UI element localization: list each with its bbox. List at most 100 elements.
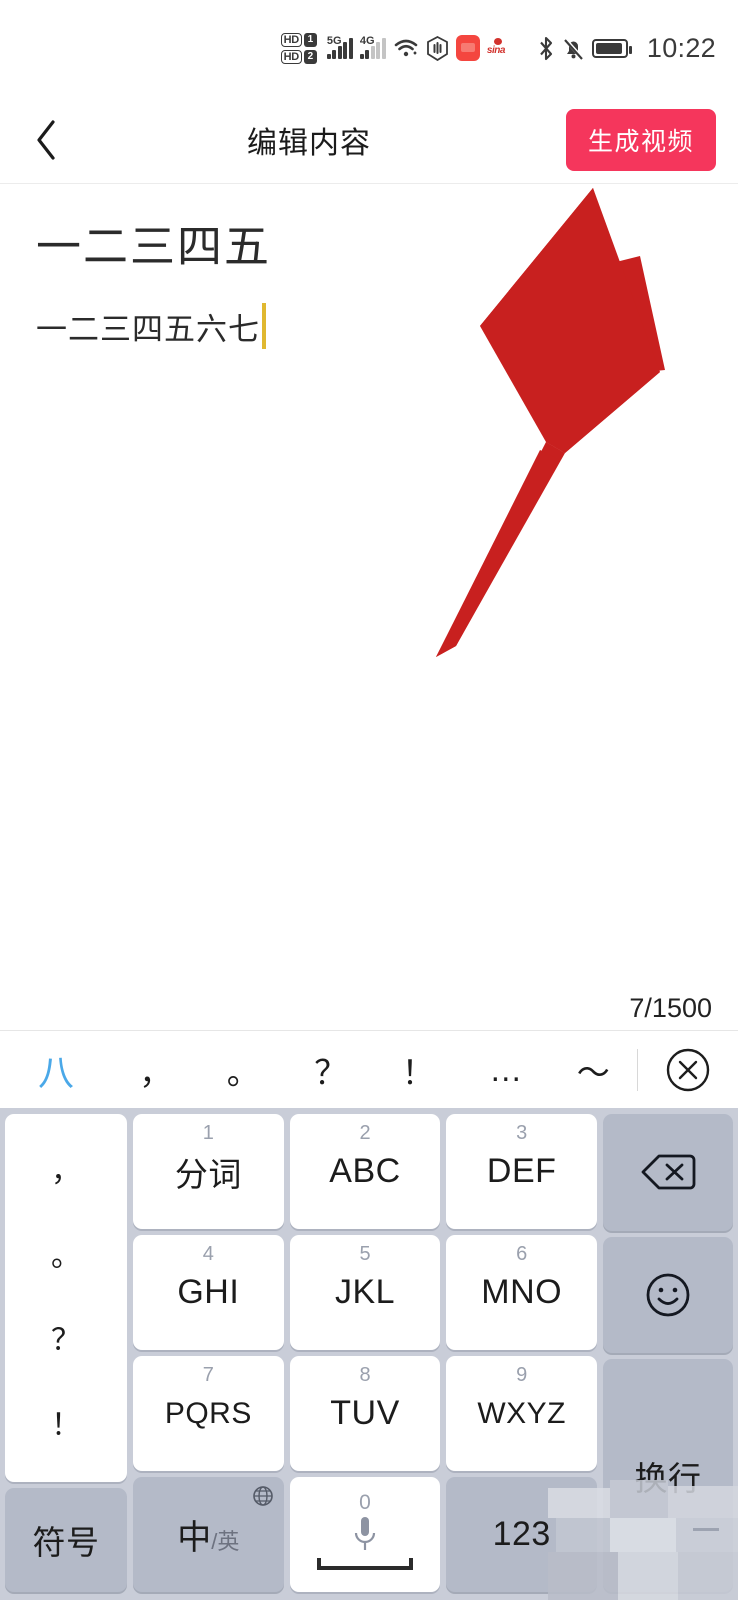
quick-punct-ellipsis[interactable]: … bbox=[462, 1051, 550, 1089]
key-4-number: 4 bbox=[202, 1243, 214, 1265]
generate-video-button[interactable]: 生成视频 bbox=[565, 108, 716, 171]
globe-icon[interactable] bbox=[252, 1485, 274, 1507]
emoji-smiley-icon bbox=[644, 1271, 692, 1319]
quick-punct-comma[interactable]: ， bbox=[112, 1046, 200, 1094]
symbols-key[interactable]: 符号 bbox=[5, 1488, 127, 1592]
hd1-icon: HD bbox=[280, 32, 302, 47]
lang-chinese-label: 中 bbox=[177, 1519, 212, 1557]
close-keyboard-button[interactable] bbox=[638, 1047, 738, 1093]
space-voice-key[interactable]: 0 bbox=[289, 1477, 441, 1592]
soft-keyboard: 八 ， 。 ？ ！ … ～ ， 。 ？ ！ 符号 1 分词 2 ABC 3 DE… bbox=[0, 1030, 738, 1600]
microphone-icon[interactable] bbox=[350, 1515, 380, 1559]
key-5-jkl[interactable]: 5 JKL bbox=[289, 1235, 441, 1350]
page-title: 编辑内容 bbox=[246, 126, 371, 160]
punct-period[interactable]: 。 bbox=[51, 1241, 81, 1272]
candidate-bar: 八 ， 。 ？ ！ … ～ bbox=[0, 1030, 738, 1108]
key-6-label: MNO bbox=[481, 1273, 563, 1311]
status-left-icons: HD 1 HD 2 5G 4G sina 10:22 bbox=[280, 32, 716, 64]
status-bar: HD 1 HD 2 5G 4G sina 10:22 bbox=[0, 0, 738, 96]
key-2-number: 2 bbox=[359, 1122, 371, 1144]
quick-punctuation-row: ， 。 ？ ！ … ～ bbox=[112, 1046, 637, 1094]
function-key-column: 换行 bbox=[603, 1114, 733, 1592]
backspace-icon bbox=[640, 1151, 696, 1193]
key-row-2: 4 GHI 5 JKL 6 MNO bbox=[133, 1235, 598, 1350]
punctuation-key[interactable]: ， 。 ？ ！ bbox=[5, 1114, 127, 1482]
key-8-tuv[interactable]: 8 TUV bbox=[289, 1356, 441, 1471]
punctuation-column: ， 。 ？ ！ 符号 bbox=[5, 1114, 127, 1592]
bluetooth-icon bbox=[537, 36, 555, 61]
key-6-number: 6 bbox=[516, 1243, 528, 1265]
candidate-word[interactable]: 八 bbox=[0, 1044, 112, 1096]
quick-punct-exclaim[interactable]: ！ bbox=[375, 1046, 463, 1094]
dual-sim-hd-indicator: HD 1 HD 2 bbox=[280, 32, 317, 64]
hd2-icon: HD bbox=[280, 49, 302, 64]
key-4-label: GHI bbox=[177, 1273, 240, 1311]
title-input[interactable]: 一二三四五 bbox=[36, 210, 271, 275]
navigation-bar: 编辑内容 生成视频 bbox=[0, 96, 738, 184]
key-9-label: WXYZ bbox=[477, 1396, 567, 1430]
signal-5g-icon: 5G bbox=[326, 35, 353, 59]
sim1-badge: 1 bbox=[303, 32, 317, 47]
backspace-key[interactable] bbox=[603, 1114, 733, 1231]
key-1-label: 分词 bbox=[174, 1155, 242, 1193]
key-3-number: 3 bbox=[516, 1122, 528, 1144]
text-caret bbox=[262, 303, 266, 349]
close-circle-icon bbox=[665, 1047, 711, 1093]
numeric-key-label: 123 bbox=[492, 1515, 551, 1553]
key-4-ghi[interactable]: 4 GHI bbox=[133, 1235, 284, 1350]
body-input[interactable]: 一二三四五六七 bbox=[36, 303, 266, 349]
numeric-key[interactable]: 123 bbox=[446, 1477, 598, 1592]
main-key-column: 1 分词 2 ABC 3 DEF 4 GHI 5 JKL 6 MNO 7 PQR… bbox=[133, 1114, 598, 1592]
character-counter: 7/1500 bbox=[629, 993, 712, 1023]
key-row-1: 1 分词 2 ABC 3 DEF bbox=[133, 1114, 598, 1229]
punct-exclaim[interactable]: ！ bbox=[51, 1410, 81, 1441]
key-6-mno[interactable]: 6 MNO bbox=[446, 1235, 598, 1350]
punct-question[interactable]: ？ bbox=[51, 1326, 81, 1356]
phone-screen: HD 1 HD 2 5G 4G sina 10:22 编辑内容 生成视频 一二三… bbox=[0, 0, 738, 1600]
do-not-disturb-icon bbox=[426, 35, 449, 61]
quick-punct-question[interactable]: ？ bbox=[287, 1046, 375, 1094]
key-row-4: 中 / 英 0 123 bbox=[133, 1477, 598, 1592]
wifi-icon bbox=[393, 37, 419, 59]
space-zero-label: 0 bbox=[359, 1491, 371, 1514]
key-row-3: 7 PQRS 8 TUV 9 WXYZ bbox=[133, 1356, 598, 1471]
lang-english-label: 英 bbox=[217, 1529, 240, 1554]
punct-comma[interactable]: ， bbox=[51, 1157, 81, 1187]
battery-icon bbox=[591, 38, 632, 58]
network-type-1-label: 5G bbox=[326, 35, 342, 47]
key-5-label: JKL bbox=[334, 1273, 396, 1311]
key-7-pqrs[interactable]: 7 PQRS bbox=[133, 1356, 284, 1471]
content-editor[interactable]: 一二三四五 一二三四五六七 7/1500 bbox=[0, 185, 738, 1030]
signal-4g-icon: 4G bbox=[359, 35, 386, 59]
mute-bell-icon bbox=[562, 36, 585, 61]
enter-key[interactable]: 换行 bbox=[603, 1359, 733, 1592]
key-7-label: PQRS bbox=[164, 1396, 252, 1430]
key-2-abc[interactable]: 2 ABC bbox=[289, 1114, 441, 1229]
emoji-key[interactable] bbox=[603, 1236, 733, 1353]
key-1-fenci[interactable]: 1 分词 bbox=[133, 1114, 284, 1229]
key-9-number: 9 bbox=[516, 1364, 528, 1386]
huawei-app-icon bbox=[455, 35, 480, 61]
key-1-number: 1 bbox=[202, 1122, 214, 1144]
key-7-number: 7 bbox=[202, 1364, 214, 1386]
network-type-2-label: 4G bbox=[359, 35, 375, 47]
symbols-key-label: 符号 bbox=[32, 1524, 100, 1561]
space-bar-indicator bbox=[317, 1558, 413, 1570]
key-8-label: TUV bbox=[330, 1394, 400, 1432]
quick-punct-period[interactable]: 。 bbox=[200, 1046, 288, 1094]
key-9-wxyz[interactable]: 9 WXYZ bbox=[446, 1356, 598, 1471]
sim2-badge: 2 bbox=[303, 49, 317, 64]
quick-punct-tilde[interactable]: ～ bbox=[550, 1046, 638, 1094]
key-5-number: 5 bbox=[359, 1243, 371, 1265]
language-toggle-key[interactable]: 中 / 英 bbox=[133, 1477, 284, 1592]
body-text: 一二三四五六七 bbox=[36, 311, 260, 347]
language-toggle-label: 中 / 英 bbox=[177, 1510, 239, 1559]
enter-key-label: 换行 bbox=[634, 1459, 702, 1497]
key-grid: ， 。 ？ ！ 符号 1 分词 2 ABC 3 DEF 4 GHI 5 JKL … bbox=[0, 1108, 738, 1600]
key-8-number: 8 bbox=[359, 1364, 371, 1386]
sina-weibo-icon: sina bbox=[487, 38, 505, 56]
key-3-label: DEF bbox=[486, 1152, 557, 1190]
key-2-label: ABC bbox=[329, 1152, 401, 1190]
key-3-def[interactable]: 3 DEF bbox=[446, 1114, 598, 1229]
status-clock: 10:22 bbox=[646, 32, 716, 63]
